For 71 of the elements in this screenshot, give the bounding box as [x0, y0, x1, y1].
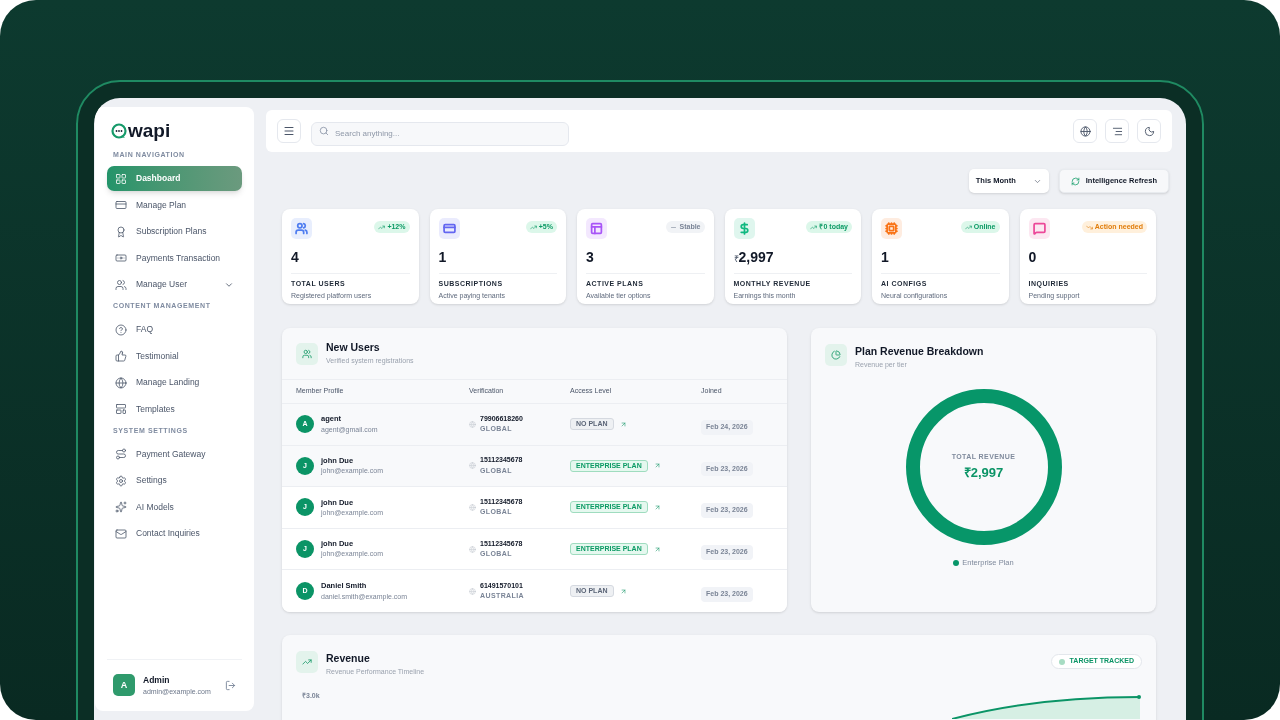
theme-button[interactable] — [1137, 119, 1161, 143]
stat-value: 1 — [438, 248, 447, 267]
arrow-up-right-icon[interactable] — [619, 587, 627, 595]
stat-value: 2,997 — [738, 248, 774, 267]
currency-sign: ₹ — [733, 254, 739, 264]
stat-value: 1 — [881, 248, 889, 267]
stat-value: 4 — [291, 248, 299, 267]
panel-title: Revenue — [326, 651, 371, 666]
sidebar-item[interactable]: Templates — [107, 396, 242, 422]
donut-center-value: ₹2,997 — [963, 463, 1004, 482]
sidebar-item[interactable]: Settings — [107, 468, 242, 493]
grid-icon — [115, 172, 127, 185]
trend-up-icon — [529, 223, 537, 231]
arrow-up-right-icon[interactable] — [653, 462, 661, 470]
sidebar-item[interactable]: Subscription Plans — [107, 219, 242, 244]
refresh-icon — [1070, 176, 1080, 186]
route-icon — [115, 448, 127, 460]
mail-icon — [115, 527, 127, 540]
trend-up-icon — [378, 223, 386, 231]
sidebar-item[interactable]: Manage Plan — [107, 192, 242, 218]
users-icon — [302, 348, 312, 359]
trend-up-icon — [964, 223, 972, 231]
trend-up-icon — [302, 657, 312, 667]
avatar: A — [113, 674, 135, 697]
globe-icon — [1079, 125, 1091, 137]
globe-icon — [469, 420, 476, 428]
menu-icon — [283, 125, 295, 137]
sidebar-item[interactable]: Manage Landing — [107, 370, 242, 395]
menu-button[interactable] — [277, 119, 301, 143]
sidebar-item[interactable]: Manage User — [107, 272, 242, 297]
sidebar-item[interactable]: Payment Gateway — [107, 441, 242, 467]
sidebar-item[interactable]: Testimonial — [107, 343, 242, 369]
award-icon — [115, 225, 127, 238]
pie-chart-icon — [831, 350, 841, 360]
search-icon — [319, 126, 329, 136]
globe-icon — [469, 462, 476, 470]
globe-icon — [115, 376, 127, 389]
help-icon — [115, 323, 127, 336]
align-right-icon — [1111, 125, 1123, 137]
panel-title: New Users — [326, 340, 381, 356]
globe-icon — [469, 545, 476, 553]
settings-icon — [115, 474, 127, 487]
align-button[interactable] — [1105, 119, 1129, 143]
globe-icon — [469, 587, 476, 595]
logo-text: wapi — [128, 121, 171, 140]
sidebar-item[interactable]: FAQ — [107, 317, 242, 342]
arrow-up-right-icon[interactable] — [653, 504, 661, 511]
search-field[interactable]: Search anything... — [311, 121, 569, 146]
arrow-up-right-icon[interactable] — [653, 545, 661, 553]
sidebar-item[interactable]: AI Models — [107, 494, 242, 520]
banknote-icon — [115, 252, 127, 264]
moon-icon — [1143, 125, 1155, 137]
stat-value: 3 — [586, 248, 594, 267]
sparkles-icon — [115, 501, 127, 513]
globe-button[interactable] — [1073, 119, 1097, 143]
thumbs-up-icon — [115, 350, 127, 362]
trend-up-icon — [810, 223, 818, 231]
globe-icon — [469, 504, 476, 511]
arrow-up-right-icon[interactable] — [619, 420, 627, 428]
sidebar-item[interactable]: Payments Transaction — [107, 245, 242, 271]
trend-down-icon — [1085, 223, 1093, 231]
logout-icon[interactable] — [225, 679, 236, 691]
sidebar-item[interactable]: Contact Inquiries — [107, 521, 242, 546]
sidebar-item[interactable]: Dashboard — [107, 166, 242, 191]
card-icon — [115, 199, 127, 211]
user-name: Admin — [143, 673, 171, 687]
users-icon — [115, 278, 127, 291]
logo-icon — [111, 122, 127, 139]
stat-value: 0 — [1028, 248, 1037, 267]
template-icon — [115, 403, 127, 415]
panel-title: Plan Revenue Breakdown — [855, 344, 984, 359]
